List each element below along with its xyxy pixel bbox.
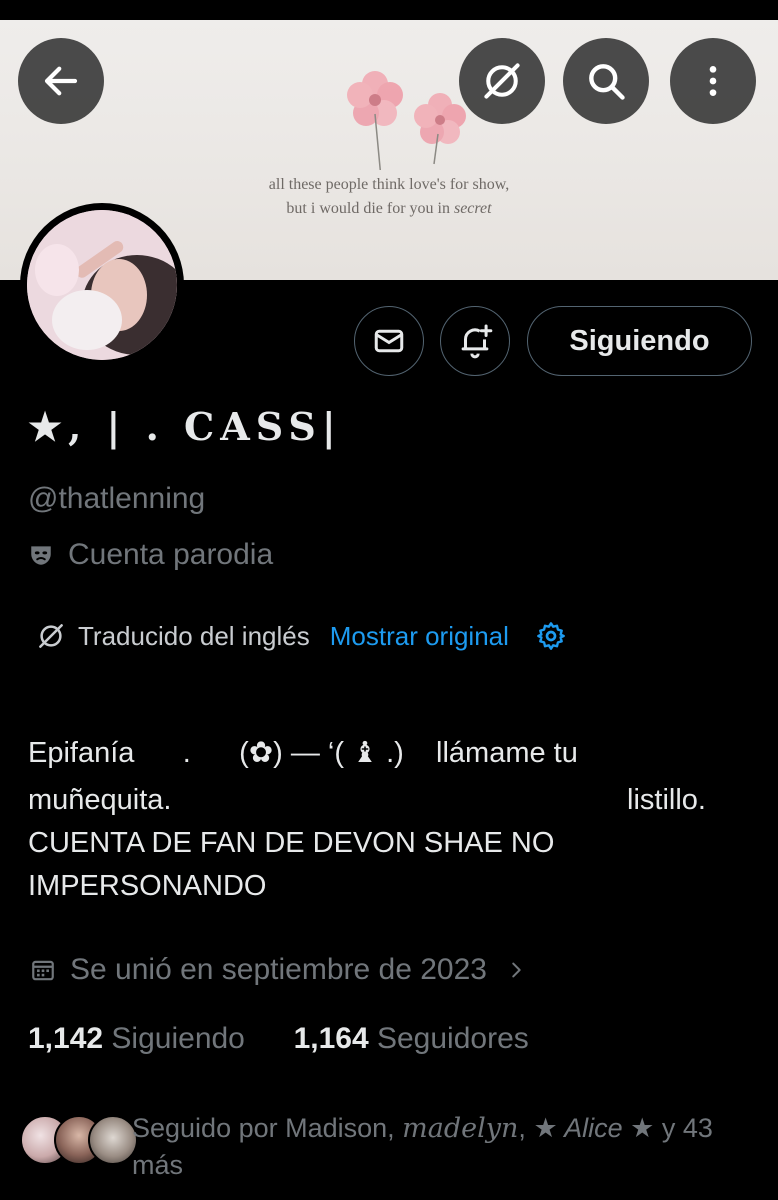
status-strip — [0, 0, 778, 20]
message-button[interactable] — [354, 306, 424, 376]
joined-text: Se unió en septiembre de 2023 — [70, 953, 487, 986]
followed-by-text: Seguido por Madison, madelyn, ★ Alice ★ … — [132, 1110, 742, 1184]
translate-icon — [39, 624, 63, 648]
bio-line2-left: muñequita. — [28, 784, 172, 816]
translation-bar: Traducido del inglés Mostrar original — [36, 620, 567, 652]
followers-stat[interactable]: 1,164 Seguidores — [294, 1022, 529, 1055]
username-handle: @thatlenning — [28, 482, 206, 515]
parody-text: Cuenta parodia — [68, 538, 274, 571]
calendar-icon — [32, 960, 54, 981]
notifications-button[interactable] — [440, 306, 510, 376]
bio-line4: IMPERSONANDO — [28, 870, 267, 902]
following-button[interactable]: Siguiendo — [527, 306, 752, 376]
followed-by-name2: madelyn — [402, 1113, 519, 1144]
show-original-link[interactable]: Mostrar original — [330, 621, 509, 652]
parody-label: Cuenta parodia — [28, 538, 273, 572]
arrow-left-icon — [44, 66, 78, 96]
joined-date[interactable]: Se unió en septiembre de 2023 — [30, 953, 527, 987]
translate-button[interactable] — [459, 38, 545, 124]
more-vertical-icon — [709, 66, 717, 96]
following-count: 1,142 — [28, 1022, 104, 1055]
followed-by-name3: ★ Alice ★ — [533, 1113, 655, 1143]
followed-by-sep: , — [518, 1113, 534, 1143]
bio-line3: CUENTA DE FAN DE DEVON SHAE NO — [28, 827, 555, 859]
translated-label: Traducido del inglés — [78, 620, 310, 651]
avatar-photo — [27, 210, 177, 360]
search-icon — [589, 64, 625, 100]
followed-by-line2: más — [132, 1150, 184, 1180]
mask-icon — [31, 546, 51, 565]
banner-quote-line2-prefix: but i would die for you in — [286, 200, 454, 217]
following-label: Siguiendo — [111, 1022, 245, 1055]
followed-by[interactable]: Seguido por Madison, madelyn, ★ Alice ★ … — [20, 1110, 760, 1180]
followed-by-suffix: y 43 — [654, 1113, 713, 1143]
back-button[interactable] — [18, 38, 104, 124]
display-name: ★, | . CASS| — [28, 404, 342, 449]
profile-avatar[interactable] — [20, 203, 184, 367]
flowers-illustration — [347, 71, 466, 170]
bio-line2-right: listillo. — [627, 784, 706, 816]
followers-count: 1,164 — [293, 1022, 369, 1055]
followed-by-prefix: Seguido por Madison, — [132, 1113, 403, 1143]
bio-line1: Epifanía . (✿) — ‘( ♝ .) llámame tu — [28, 737, 578, 769]
follower-avatar-3 — [88, 1115, 138, 1165]
banner-quote-line2-italic: secret — [453, 200, 492, 217]
translate-icon — [484, 63, 520, 99]
banner-quote-line1: all these people think love's for show, — [268, 176, 510, 193]
search-button[interactable] — [563, 38, 649, 124]
bell-plus-icon — [461, 324, 493, 359]
more-options-button[interactable] — [670, 38, 756, 124]
envelope-icon — [374, 329, 404, 353]
followers-label: Seguidores — [376, 1022, 529, 1055]
gear-icon[interactable] — [535, 620, 567, 652]
avatar-image — [27, 210, 177, 360]
following-stat[interactable]: 1,142 Siguiendo — [28, 1022, 245, 1055]
chevron-right-icon — [512, 962, 521, 978]
follow-stats: 1,142 Siguiendo 1,164 Seguidores — [28, 1022, 529, 1056]
